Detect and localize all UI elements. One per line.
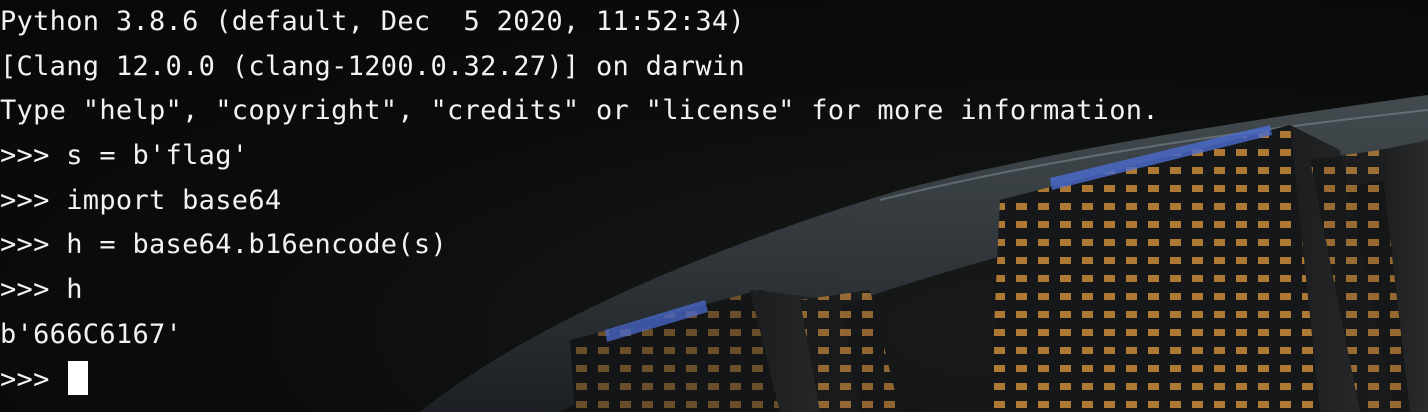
output-line: >>> import base64 xyxy=(0,184,282,216)
input-line[interactable]: >>> xyxy=(0,358,1159,403)
output-line: b'666C6167' xyxy=(0,318,183,350)
output-line: Type "help", "copyright", "credits" or "… xyxy=(0,95,1159,127)
output-line: >>> h xyxy=(0,274,83,306)
output-line: >>> h = base64.b16encode(s) xyxy=(0,229,447,261)
prompt: >>> xyxy=(0,363,67,395)
output-line: [Clang 12.0.0 (clang-1200.0.32.27)] on d… xyxy=(0,50,745,82)
output-line: >>> s = b'flag' xyxy=(0,140,249,172)
terminal-window[interactable]: Python 3.8.6 (default, Dec 5 2020, 11:52… xyxy=(0,0,1428,412)
text-cursor xyxy=(68,360,89,395)
terminal-output: Python 3.8.6 (default, Dec 5 2020, 11:52… xyxy=(0,0,1159,402)
output-line: Python 3.8.6 (default, Dec 5 2020, 11:52… xyxy=(0,6,745,37)
